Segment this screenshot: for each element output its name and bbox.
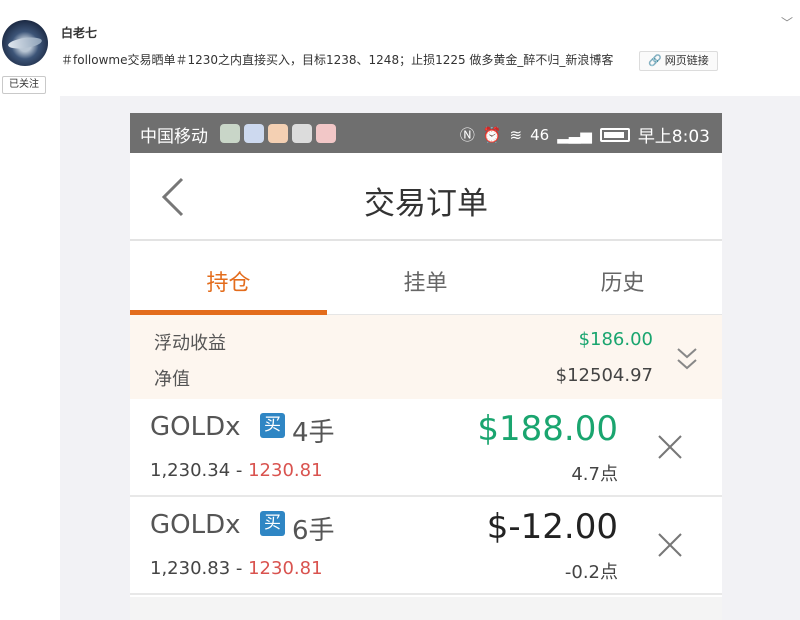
position-prices: 1,230.83 - 1230.81	[150, 558, 323, 579]
current-price: 1230.81	[248, 460, 323, 481]
position-symbol: GOLDx	[150, 510, 241, 540]
price-separator: -	[230, 558, 249, 579]
tab-bar: 持仓 挂单 历史	[130, 243, 722, 315]
avatar[interactable]	[2, 20, 48, 66]
double-chevron-down-icon[interactable]	[675, 345, 699, 373]
nav-bar: 交易订单	[130, 153, 722, 241]
wifi-icon: ≋	[509, 125, 523, 144]
avatar-image	[7, 35, 43, 51]
follow-button[interactable]: 已关注	[2, 76, 46, 94]
weibo-post: 已关注 白老七 ＃followme交易晒单＃1230之内直接买入，目标1238、…	[0, 0, 800, 620]
web-link-button[interactable]: 🔗 网页链接	[639, 51, 718, 71]
phone-screenshot: 中国移动 Ⓝ ⏰ ≋ 46 ▂▃▅ 早上8:03 交易订单 持仓 挂单 历史 浮…	[130, 113, 722, 620]
map-notification-icon	[316, 124, 336, 143]
weibo-notification-icon	[268, 124, 288, 143]
position-pnl: $-12.00	[486, 507, 618, 547]
position-row[interactable]: GOLDx 买 4手 1,230.34 - 1230.81 $188.00 4.…	[130, 399, 722, 497]
alarm-icon: ⏰	[482, 125, 502, 144]
account-summary: 浮动收益 $186.00 净值 $12504.97	[130, 315, 722, 399]
price-separator: -	[230, 460, 249, 481]
clock-label: 早上8:03	[637, 127, 710, 147]
network-label: 46	[530, 125, 550, 144]
cloud-notification-icon	[292, 124, 312, 143]
battery-icon	[599, 127, 630, 142]
signal-icon: ▂▃▅	[557, 125, 592, 144]
equity-label: 净值	[154, 369, 190, 390]
position-prices: 1,230.34 - 1230.81	[150, 460, 323, 481]
baidu-notification-icon	[244, 124, 264, 143]
close-position-icon[interactable]	[657, 434, 683, 460]
username[interactable]: 白老七	[61, 24, 97, 41]
tab-pending-orders[interactable]: 挂单	[327, 265, 524, 297]
open-price: 1,230.83	[150, 558, 231, 579]
app-notification-icon	[220, 124, 240, 143]
tab-history[interactable]: 历史	[524, 265, 721, 297]
current-price: 1230.81	[248, 558, 323, 579]
link-icon: 🔗	[648, 54, 662, 67]
buy-badge: 买	[260, 511, 285, 536]
status-right: Ⓝ ⏰ ≋ 46 ▂▃▅ 早上8:03	[459, 122, 710, 148]
buy-badge: 买	[260, 413, 285, 438]
floating-pnl-label: 浮动收益	[154, 333, 226, 354]
page-title: 交易订单	[364, 186, 488, 222]
tab-positions[interactable]: 持仓	[130, 265, 327, 297]
close-position-icon[interactable]	[657, 532, 683, 558]
post-text: ＃followme交易晒单＃1230之内直接买入，目标1238、1248；止损1…	[61, 53, 614, 67]
position-lots: 6手	[292, 516, 335, 546]
position-pnl: $188.00	[477, 409, 618, 449]
open-price: 1,230.34	[150, 460, 231, 481]
position-points: -0.2点	[564, 562, 618, 583]
notification-icons	[220, 124, 336, 143]
position-row[interactable]: GOLDx 买 6手 1,230.83 - 1230.81 $-12.00 -0…	[130, 497, 722, 595]
status-bar: 中国移动 Ⓝ ⏰ ≋ 46 ▂▃▅ 早上8:03	[130, 113, 722, 153]
carrier-label: 中国移动	[140, 127, 208, 147]
position-points: 4.7点	[571, 464, 618, 485]
chevron-down-icon[interactable]: ﹀	[781, 14, 793, 31]
floating-pnl-value: $186.00	[578, 329, 653, 350]
equity-value: $12504.97	[555, 365, 653, 386]
position-lots: 4手	[292, 418, 335, 448]
web-link-label: 网页链接	[664, 54, 709, 67]
nfc-icon: Ⓝ	[459, 126, 475, 144]
position-symbol: GOLDx	[150, 412, 241, 442]
list-footer	[130, 597, 722, 620]
